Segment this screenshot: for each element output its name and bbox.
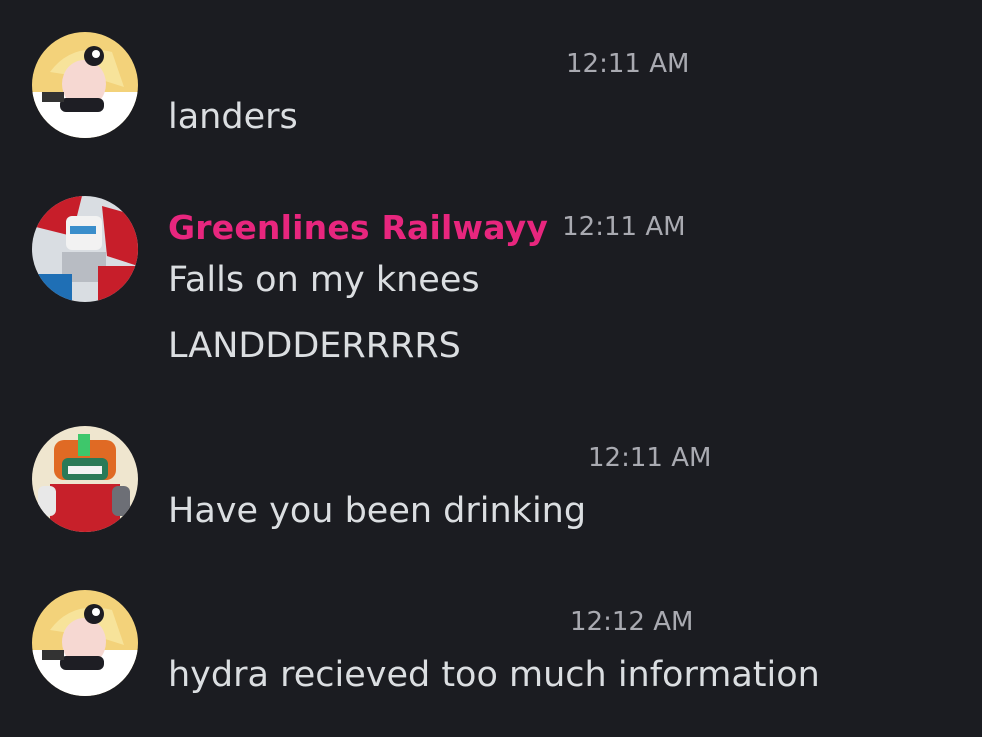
- user-avatar[interactable]: [32, 32, 138, 138]
- yellow-haired-cartoon-avatar-icon: [32, 32, 138, 138]
- chat-message-list: 12:11 AM landers Greenlines Railwayy 12:…: [0, 0, 982, 737]
- message-text: Have you been drinking: [168, 491, 587, 531]
- timestamp: 12:11 AM: [588, 443, 712, 473]
- message-header: 12:11 AM: [168, 42, 689, 86]
- message-text: hydra recieved too much information: [168, 655, 820, 695]
- timestamp: 12:12 AM: [570, 607, 694, 637]
- message-text: Falls on my knees: [168, 260, 480, 300]
- message-text: LANDDDERRRRS: [168, 326, 461, 366]
- message-text: landers: [168, 97, 298, 137]
- user-avatar[interactable]: [32, 590, 138, 696]
- message-header: 12:12 AM: [168, 600, 693, 644]
- username[interactable]: [168, 443, 574, 473]
- message-header: Greenlines Railwayy 12:11 AM: [168, 205, 686, 249]
- message-header: 12:11 AM: [168, 436, 711, 480]
- yellow-haired-cartoon-avatar-icon: [32, 590, 138, 696]
- username[interactable]: [168, 607, 556, 637]
- orange-robot-avatar-icon: [32, 426, 138, 532]
- timestamp: 12:11 AM: [566, 49, 690, 79]
- username[interactable]: [168, 49, 552, 79]
- timestamp: 12:11 AM: [562, 212, 686, 242]
- username[interactable]: Greenlines Railwayy: [168, 208, 548, 247]
- red-robot-avatar-icon: [32, 196, 138, 302]
- user-avatar[interactable]: [32, 426, 138, 532]
- user-avatar[interactable]: [32, 196, 138, 302]
